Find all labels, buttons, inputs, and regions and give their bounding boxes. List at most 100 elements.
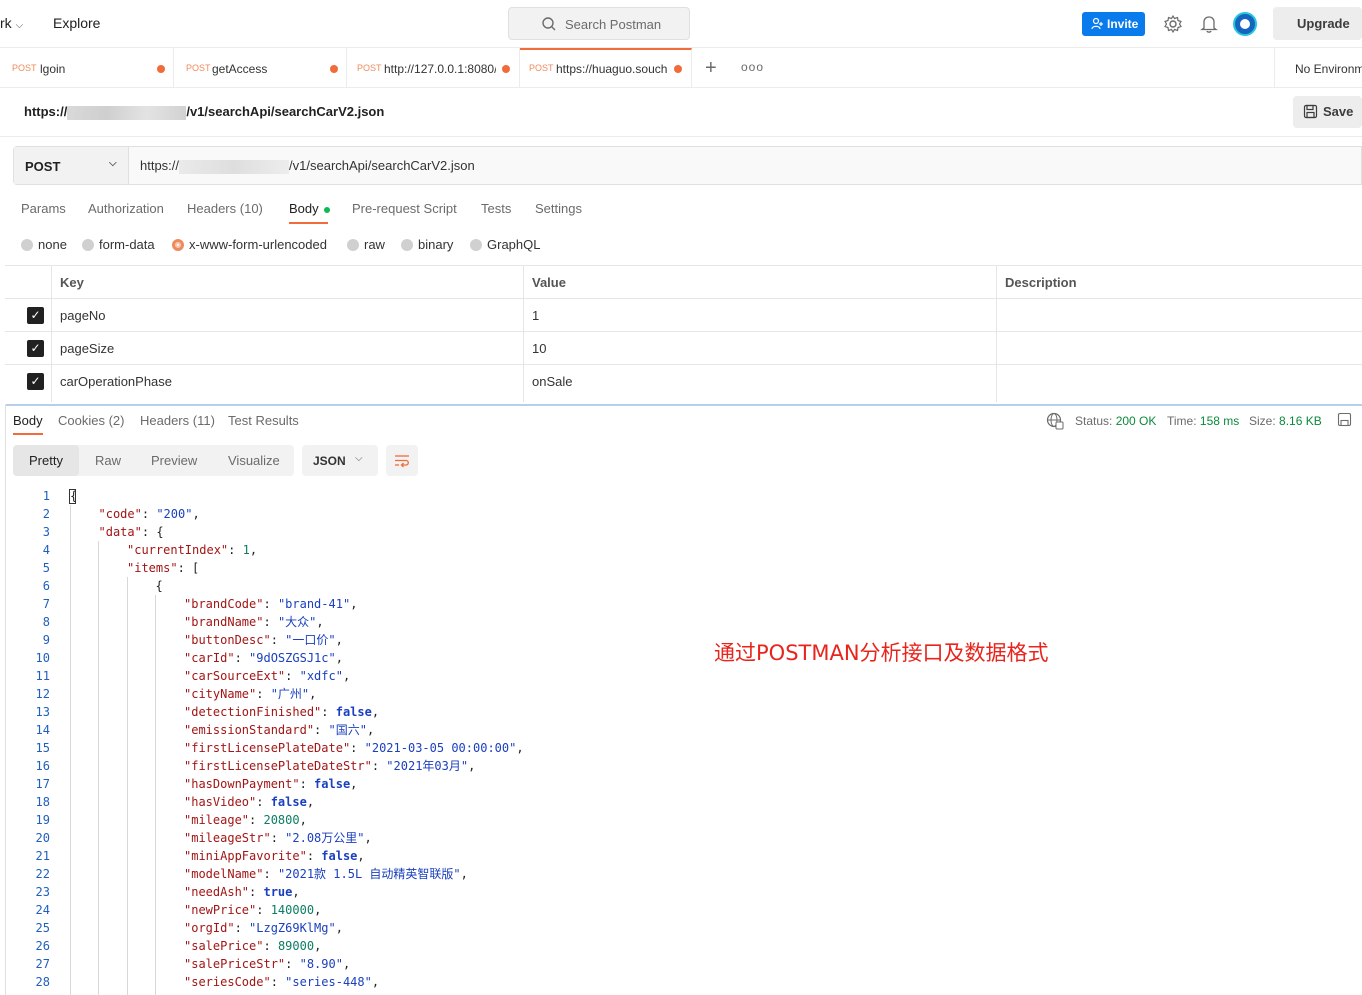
code-line: "brandCode": "brand-41", bbox=[184, 597, 358, 611]
response-tab-test-results[interactable]: Test Results bbox=[228, 413, 299, 428]
save-button[interactable]: Save bbox=[1293, 96, 1362, 128]
redacted-host bbox=[67, 105, 187, 120]
tab-getaccess[interactable]: POST getAccess bbox=[174, 48, 347, 88]
workspace-menu[interactable]: rk ⌵ bbox=[0, 15, 23, 31]
line-number: 5 bbox=[42, 561, 50, 575]
avatar[interactable] bbox=[1233, 12, 1257, 36]
description-cell[interactable] bbox=[996, 365, 1362, 402]
key-cell[interactable]: pageNo bbox=[51, 299, 523, 332]
response-tab-cookies[interactable]: Cookies (2) bbox=[58, 413, 124, 428]
checkbox-checked[interactable]: ✓ bbox=[27, 373, 44, 390]
radio-form-data[interactable]: form-data bbox=[82, 237, 155, 252]
explore-link[interactable]: Explore bbox=[53, 15, 100, 31]
description-cell[interactable] bbox=[996, 299, 1362, 332]
format-label: JSON bbox=[313, 454, 346, 468]
radio-raw[interactable]: raw bbox=[347, 237, 385, 252]
time-readout: Time: 158 ms bbox=[1167, 414, 1239, 428]
request-title: https:// /v1/searchApi/searchCarV2.json bbox=[24, 104, 384, 120]
tab-lgoin[interactable]: POST lgoin bbox=[0, 48, 174, 88]
invite-button[interactable]: Invite bbox=[1082, 12, 1145, 36]
key-cell[interactable]: pageSize bbox=[51, 332, 523, 365]
url-input[interactable]: https:// /v1/searchApi/searchCarV2.json bbox=[140, 158, 475, 174]
json-value: [ bbox=[192, 561, 200, 575]
tab-huaguo[interactable]: POST https://huaguo.souch bbox=[520, 48, 692, 88]
radio-circle-icon bbox=[82, 239, 94, 251]
code-line: "salePriceStr": "8.90", bbox=[184, 957, 351, 971]
value-cell[interactable]: onSale bbox=[523, 365, 996, 402]
radio-none[interactable]: none bbox=[21, 237, 67, 252]
tab-method: POST bbox=[12, 63, 37, 73]
radio-circle-icon bbox=[470, 239, 482, 251]
tab-localhost[interactable]: POST http://127.0.0.1:8080/a bbox=[347, 48, 520, 88]
new-tab-plus-icon[interactable]: + bbox=[705, 57, 717, 80]
header-description: Description bbox=[1005, 275, 1077, 290]
indent-guide bbox=[127, 577, 128, 995]
format-select[interactable]: JSON ⌵ bbox=[302, 445, 378, 476]
view-mode-group: Pretty Raw Preview Visualize bbox=[13, 445, 294, 476]
json-key: "firstLicensePlateDate" bbox=[184, 741, 351, 755]
column-header: Description bbox=[996, 266, 1362, 299]
view-raw-button[interactable]: Raw bbox=[79, 445, 135, 476]
method-label: POST bbox=[25, 159, 61, 174]
json-value: "2021年03月" bbox=[386, 759, 469, 773]
chevron-down-icon: ⌵ bbox=[15, 20, 24, 31]
json-value: false bbox=[270, 795, 307, 809]
upgrade-button[interactable]: Upgrade bbox=[1273, 7, 1362, 40]
table-row: ✓ pageSize 10 bbox=[5, 331, 1362, 365]
search-box[interactable]: Search Postman bbox=[508, 7, 690, 40]
tab-label: Headers bbox=[187, 201, 237, 216]
json-value: "200" bbox=[156, 507, 193, 521]
response-tab-headers[interactable]: Headers (11) bbox=[140, 413, 215, 428]
description-cell[interactable] bbox=[996, 332, 1362, 365]
active-tab-underline bbox=[13, 433, 43, 435]
add-user-icon bbox=[1091, 17, 1103, 30]
view-preview-button[interactable]: Preview bbox=[135, 445, 213, 476]
radio-binary[interactable]: binary bbox=[401, 237, 453, 252]
save-response-icon[interactable] bbox=[1337, 412, 1353, 428]
radio-label: raw bbox=[364, 237, 385, 252]
json-value: 1 bbox=[242, 543, 250, 557]
json-key: "carSourceExt" bbox=[184, 669, 286, 683]
active-dot-icon bbox=[323, 206, 330, 213]
url-suffix: /v1/searchApi/searchCarV2.json bbox=[289, 158, 475, 173]
status-value: 200 OK bbox=[1115, 414, 1157, 428]
tab-count: (2) bbox=[108, 413, 125, 428]
radio-label: binary bbox=[418, 237, 454, 252]
more-tabs-icon[interactable]: ooo bbox=[741, 60, 764, 74]
json-key: "orgId" bbox=[184, 921, 235, 935]
tab-tests[interactable]: Tests bbox=[481, 201, 511, 216]
response-tab-body[interactable]: Body bbox=[13, 413, 43, 428]
tab-authorization[interactable]: Authorization bbox=[88, 201, 164, 216]
code-line: "orgId": "LzgZ69KlMg", bbox=[184, 921, 343, 935]
radio-x-www-form-urlencoded[interactable]: x-www-form-urlencoded bbox=[172, 237, 327, 252]
tab-headers[interactable]: Headers (10) bbox=[187, 201, 263, 216]
wrap-lines-button[interactable] bbox=[386, 445, 418, 476]
gear-icon[interactable] bbox=[1163, 14, 1183, 34]
checkbox-checked[interactable]: ✓ bbox=[27, 340, 44, 357]
json-key: "code" bbox=[98, 507, 142, 521]
line-number: 2 bbox=[42, 507, 50, 521]
tab-settings[interactable]: Settings bbox=[535, 201, 582, 216]
code-line: "hasDownPayment": false, bbox=[184, 777, 358, 791]
globe-icon[interactable] bbox=[1046, 412, 1064, 430]
json-value: "2021款 1.5L 自动精英智联版" bbox=[277, 867, 461, 881]
radio-graphql[interactable]: GraphQL bbox=[470, 237, 540, 252]
view-visualize-button[interactable]: Visualize bbox=[213, 445, 294, 476]
bell-icon[interactable] bbox=[1200, 14, 1218, 34]
json-key: "brandName" bbox=[184, 615, 264, 629]
environment-selector[interactable]: No Environm bbox=[1274, 48, 1362, 88]
checkbox-checked[interactable]: ✓ bbox=[27, 307, 44, 324]
tab-pre-request-script[interactable]: Pre-request Script bbox=[352, 201, 457, 216]
key-cell[interactable]: carOperationPhase bbox=[51, 365, 523, 402]
divider bbox=[0, 136, 1362, 137]
pane-resize-handle[interactable] bbox=[5, 404, 1362, 406]
tab-params[interactable]: Params bbox=[21, 201, 66, 216]
tab-label: Tests bbox=[481, 201, 512, 216]
tab-body[interactable]: Body bbox=[289, 201, 330, 216]
view-pretty-button[interactable]: Pretty bbox=[13, 445, 79, 476]
value-cell[interactable]: 10 bbox=[523, 332, 996, 365]
method-select[interactable]: POST ⌵ bbox=[14, 147, 129, 184]
value-cell[interactable]: 1 bbox=[523, 299, 996, 332]
view-mode-label: Raw bbox=[95, 453, 122, 468]
request-title-suffix: /v1/searchApi/searchCarV2.json bbox=[186, 104, 385, 119]
